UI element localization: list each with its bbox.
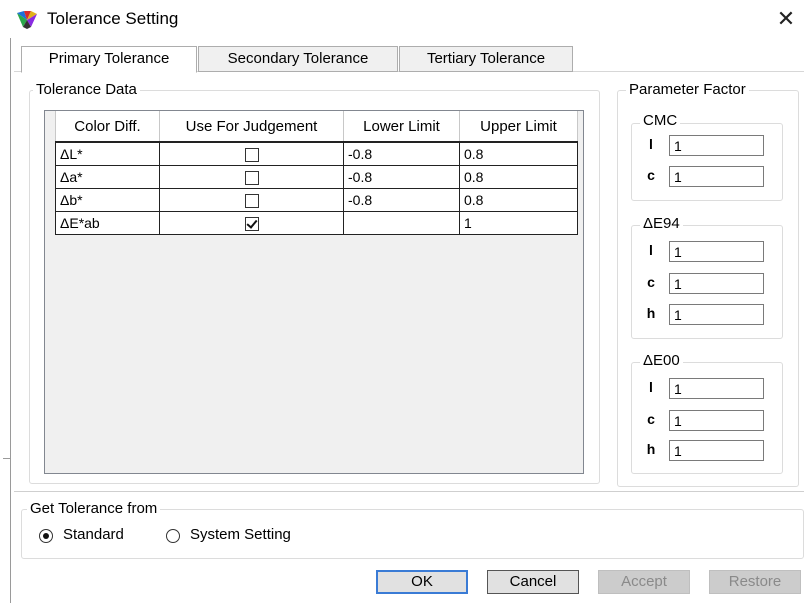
judgement-cell: [159, 187, 344, 212]
judgement-checkbox[interactable]: [244, 193, 259, 208]
row-name: ΔL*: [55, 141, 160, 166]
ok-button[interactable]: OK: [376, 570, 468, 594]
table-header-row: Color Diff. Use For Judgement Lower Limi…: [55, 111, 578, 143]
tab-primary-tolerance[interactable]: Primary Tolerance: [21, 46, 197, 73]
system-setting-radio[interactable]: [166, 529, 180, 543]
de00-c-label: c: [647, 411, 655, 427]
restore-button[interactable]: Restore: [709, 570, 801, 594]
cmc-c-input[interactable]: [669, 166, 764, 187]
table-row: Δa* -0.8 0.8: [55, 164, 578, 189]
column-header[interactable]: Lower Limit: [343, 111, 460, 143]
system-setting-radio-label[interactable]: System Setting: [190, 526, 291, 543]
lower-limit-cell[interactable]: -0.8: [343, 164, 460, 189]
standard-radio-label[interactable]: Standard: [63, 526, 124, 543]
judgement-cell: [159, 141, 344, 166]
table-row: Δb* -0.8 0.8: [55, 187, 578, 212]
de94-l-label: l: [649, 242, 653, 258]
de94-l-input[interactable]: [669, 241, 764, 262]
accept-button[interactable]: Accept: [598, 570, 690, 594]
judgement-cell: [159, 164, 344, 189]
table-row: ΔL* -0.8 0.8: [55, 141, 578, 166]
de94-c-label: c: [647, 274, 655, 290]
judgement-checkbox[interactable]: [244, 216, 259, 231]
de94-label: ΔE94: [640, 215, 683, 233]
judgement-checkbox[interactable]: [244, 170, 259, 185]
upper-limit-cell[interactable]: 0.8: [459, 187, 578, 212]
get-tolerance-label: Get Tolerance from: [27, 500, 161, 518]
color-palette-icon: [17, 11, 37, 29]
tab-tertiary-tolerance[interactable]: Tertiary Tolerance: [399, 46, 573, 72]
column-header[interactable]: Upper Limit: [459, 111, 578, 143]
row-name: ΔE*ab: [55, 210, 160, 235]
title-bar: Tolerance Setting ✕: [0, 0, 804, 40]
separator-line: [14, 491, 804, 492]
de00-h-input[interactable]: [669, 440, 764, 461]
column-header[interactable]: Color Diff.: [55, 111, 160, 143]
upper-limit-cell[interactable]: 0.8: [459, 141, 578, 166]
de00-c-input[interactable]: [669, 410, 764, 431]
judgement-checkbox[interactable]: [244, 148, 259, 163]
de00-l-input[interactable]: [669, 378, 764, 399]
parameter-factor-label: Parameter Factor: [626, 81, 749, 99]
tolerance-table-frame: Color Diff. Use For Judgement Lower Limi…: [44, 110, 584, 474]
cmc-label: CMC: [640, 112, 681, 130]
judgement-cell: [159, 210, 344, 235]
lower-limit-cell[interactable]: -0.8: [343, 187, 460, 212]
window-title: Tolerance Setting: [47, 9, 179, 28]
de94-h-label: h: [646, 305, 656, 321]
table-row: ΔE*ab 1: [55, 210, 578, 235]
standard-radio[interactable]: [39, 529, 53, 543]
lower-limit-cell[interactable]: -0.8: [343, 141, 460, 166]
de00-l-label: l: [649, 379, 653, 395]
cmc-l-label: l: [649, 136, 653, 152]
column-header[interactable]: Use For Judgement: [159, 111, 344, 143]
de00-h-label: h: [646, 441, 656, 457]
row-name: Δa*: [55, 164, 160, 189]
lower-limit-cell[interactable]: [343, 210, 460, 235]
close-icon[interactable]: ✕: [772, 6, 800, 34]
window-border-tick: [3, 458, 11, 459]
cmc-l-input[interactable]: [669, 135, 764, 156]
cancel-button[interactable]: Cancel: [487, 570, 579, 594]
tolerance-table: Color Diff. Use For Judgement Lower Limi…: [55, 111, 578, 235]
de94-c-input[interactable]: [669, 273, 764, 294]
upper-limit-cell[interactable]: 1: [459, 210, 578, 235]
de00-label: ΔE00: [640, 352, 683, 370]
row-name: Δb*: [55, 187, 160, 212]
window-left-border: [10, 38, 11, 603]
tolerance-data-label: Tolerance Data: [33, 81, 140, 99]
upper-limit-cell[interactable]: 0.8: [459, 164, 578, 189]
de94-h-input[interactable]: [669, 304, 764, 325]
tab-secondary-tolerance[interactable]: Secondary Tolerance: [198, 46, 398, 72]
cmc-c-label: c: [647, 167, 655, 183]
